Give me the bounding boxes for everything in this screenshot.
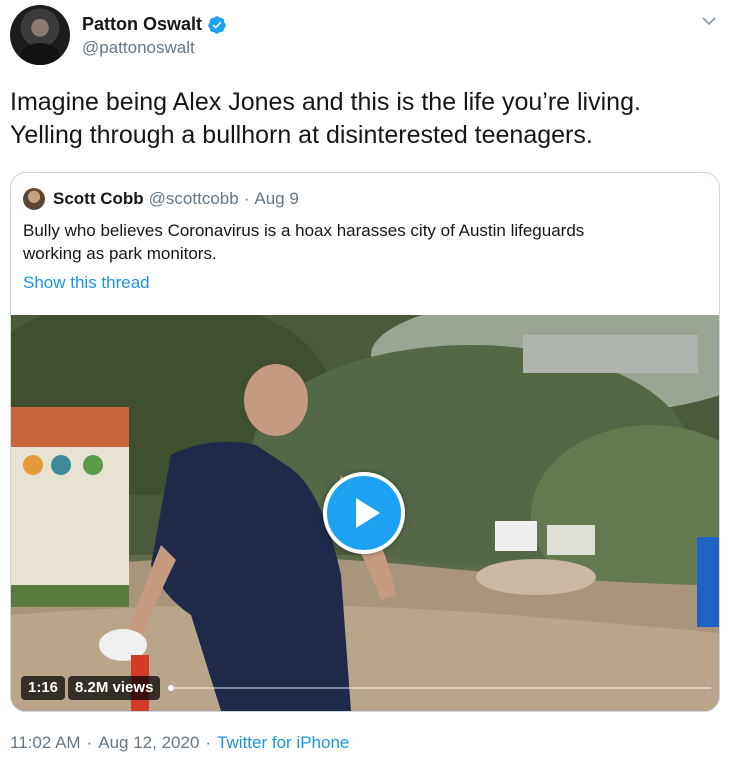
quoted-author-name: Scott Cobb xyxy=(53,189,144,208)
quoted-tweet-date: Aug 9 xyxy=(254,189,299,208)
video-progress-bar[interactable] xyxy=(171,687,711,689)
separator-dot: · xyxy=(205,733,212,752)
author-name-row: Patton Oswalt xyxy=(82,14,227,35)
quoted-tweet-text: Bully who believes Coronavirus is a hoax… xyxy=(23,221,585,263)
author-handle[interactable]: @pattonoswalt xyxy=(82,38,195,58)
quoted-author-avatar xyxy=(23,188,45,210)
quoted-author-handle: @scottcobb xyxy=(148,189,239,208)
separator-dot: · xyxy=(243,189,250,208)
tweet: Patton Oswalt @pattonoswalt Imagine bein… xyxy=(0,0,733,766)
show-thread-link[interactable]: Show this thread xyxy=(23,273,150,293)
video-player[interactable]: 1:16 8.2M views xyxy=(11,315,719,711)
tweet-time[interactable]: 11:02 AM xyxy=(10,733,81,753)
tweet-meta: 11:02 AM · Aug 12, 2020 · Twitter for iP… xyxy=(10,733,349,753)
author-avatar[interactable] xyxy=(10,5,70,65)
verified-badge-icon xyxy=(207,15,227,35)
tweet-header: Patton Oswalt @pattonoswalt xyxy=(10,5,723,67)
author-name[interactable]: Patton Oswalt xyxy=(82,14,202,35)
tweet-text: Imagine being Alex Jones and this is the… xyxy=(10,88,641,149)
play-icon xyxy=(356,498,380,528)
tweet-date[interactable]: Aug 12, 2020 xyxy=(98,733,199,753)
separator-dot: · xyxy=(86,733,93,752)
play-button[interactable] xyxy=(323,472,405,554)
chevron-down-icon[interactable] xyxy=(699,11,719,31)
video-views: 8.2M views xyxy=(68,676,161,700)
video-duration: 1:16 xyxy=(21,676,66,700)
tweet-source-link[interactable]: Twitter for iPhone xyxy=(217,733,349,753)
quoted-tweet-header: Scott Cobb @scottcobb · Aug 9 xyxy=(23,187,299,211)
video-progress-knob[interactable] xyxy=(168,685,174,691)
video-badges: 1:16 8.2M views xyxy=(21,676,163,700)
quoted-tweet[interactable]: Scott Cobb @scottcobb · Aug 9 Bully who … xyxy=(10,172,720,712)
